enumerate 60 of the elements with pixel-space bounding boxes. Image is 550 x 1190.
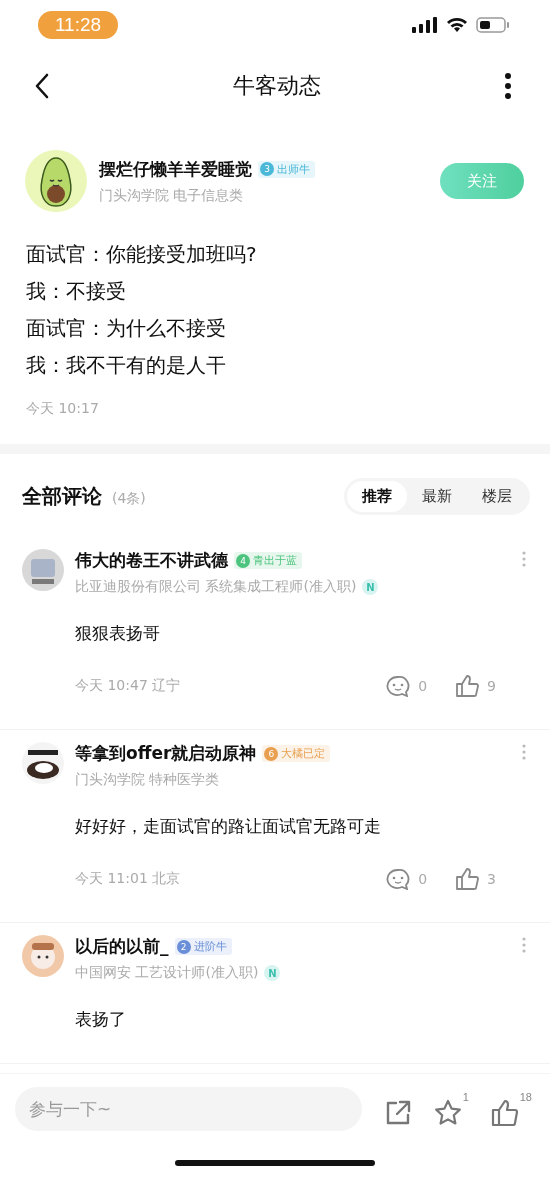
author-name: 摆烂仔懒羊羊爱睡觉 bbox=[99, 157, 252, 181]
comment-input-field[interactable]: 参与一下~ bbox=[15, 1087, 362, 1131]
commenter-name: 伟大的卷王不讲武德 bbox=[75, 549, 228, 572]
post-text: 我：不接受 bbox=[26, 278, 127, 305]
comment-icon bbox=[386, 675, 411, 697]
level-number: 3 bbox=[260, 162, 274, 176]
avatar-icon bbox=[22, 742, 64, 784]
page-title: 牛客动态 bbox=[233, 72, 321, 100]
commenter-name: 等拿到offer就启动原神 bbox=[75, 742, 257, 765]
more-icon bbox=[522, 551, 526, 567]
comment-text: 狠狠表扬哥 bbox=[75, 622, 161, 645]
level-badge: 4 青出于蓝 bbox=[234, 552, 302, 569]
star-icon bbox=[433, 1099, 462, 1127]
more-icon bbox=[522, 937, 526, 953]
post-text: 面试官：你能接受加班吗? bbox=[26, 241, 258, 268]
post-time: 今天 10:17 bbox=[25, 399, 100, 418]
wifi-icon bbox=[446, 17, 468, 33]
more-icon bbox=[504, 72, 512, 100]
new-mark: N bbox=[264, 965, 281, 981]
sort-tab[interactable]: 最新 bbox=[407, 481, 467, 512]
post-text: 面试官：为什么不接受 bbox=[26, 315, 227, 342]
like-button[interactable]: 18 bbox=[490, 1091, 532, 1127]
avatar-icon bbox=[22, 935, 64, 977]
comment-count: (4条) bbox=[112, 490, 146, 508]
level-badge: 3 出师牛 bbox=[258, 160, 315, 178]
sort-tab[interactable]: 楼层 bbox=[467, 481, 527, 512]
level-number: 2 bbox=[176, 939, 191, 954]
new-mark: N bbox=[362, 579, 379, 595]
comment-icon bbox=[386, 868, 411, 890]
reply-button[interactable]: 0 bbox=[386, 868, 428, 890]
sort-tab[interactable]: 推荐 bbox=[347, 481, 407, 512]
thumbs-up-icon bbox=[490, 1099, 519, 1127]
commenter-info: 门头沟学院 特种医学类 bbox=[75, 771, 220, 789]
back-icon bbox=[34, 73, 50, 99]
comments-title: 全部评论 bbox=[22, 483, 102, 510]
favorite-button[interactable]: 1 bbox=[433, 1091, 469, 1127]
comment-text: 好好好，走面试官的路让面试官无路可走 bbox=[75, 815, 382, 838]
signal-icon bbox=[412, 17, 438, 33]
commenter-info: 比亚迪股份有限公司 系统集成工程师(准入职) bbox=[75, 578, 357, 596]
commenter-name: 以后的以前_ bbox=[75, 935, 169, 958]
level-badge: 6 大橘已定 bbox=[262, 745, 331, 762]
comment-text: 表扬了 bbox=[75, 1008, 127, 1031]
level-number: 6 bbox=[264, 746, 279, 761]
reply-button[interactable]: 0 bbox=[386, 675, 428, 697]
author-school: 门头沟学院 电子信息类 bbox=[99, 186, 245, 205]
status-time: 11:28 bbox=[38, 11, 118, 39]
level-badge: 2 进阶牛 bbox=[174, 938, 232, 955]
battery-icon bbox=[476, 17, 510, 33]
level-number: 4 bbox=[236, 553, 250, 568]
more-icon bbox=[522, 744, 526, 760]
thumbs-up-icon bbox=[455, 675, 480, 697]
thumbs-up-icon bbox=[455, 868, 480, 890]
like-button[interactable]: 3 bbox=[455, 868, 496, 890]
avatar-icon bbox=[22, 549, 64, 591]
like-button[interactable]: 9 bbox=[455, 675, 496, 697]
post-text: 我：我不干有的是人干 bbox=[26, 352, 227, 379]
comment-meta: 今天 10:47 辽宁 bbox=[75, 677, 181, 695]
avatar-avocado-icon bbox=[25, 150, 87, 212]
commenter-info: 中国网安 工艺设计师(准入职) bbox=[75, 964, 259, 982]
comment-meta: 今天 11:01 北京 bbox=[75, 870, 181, 888]
